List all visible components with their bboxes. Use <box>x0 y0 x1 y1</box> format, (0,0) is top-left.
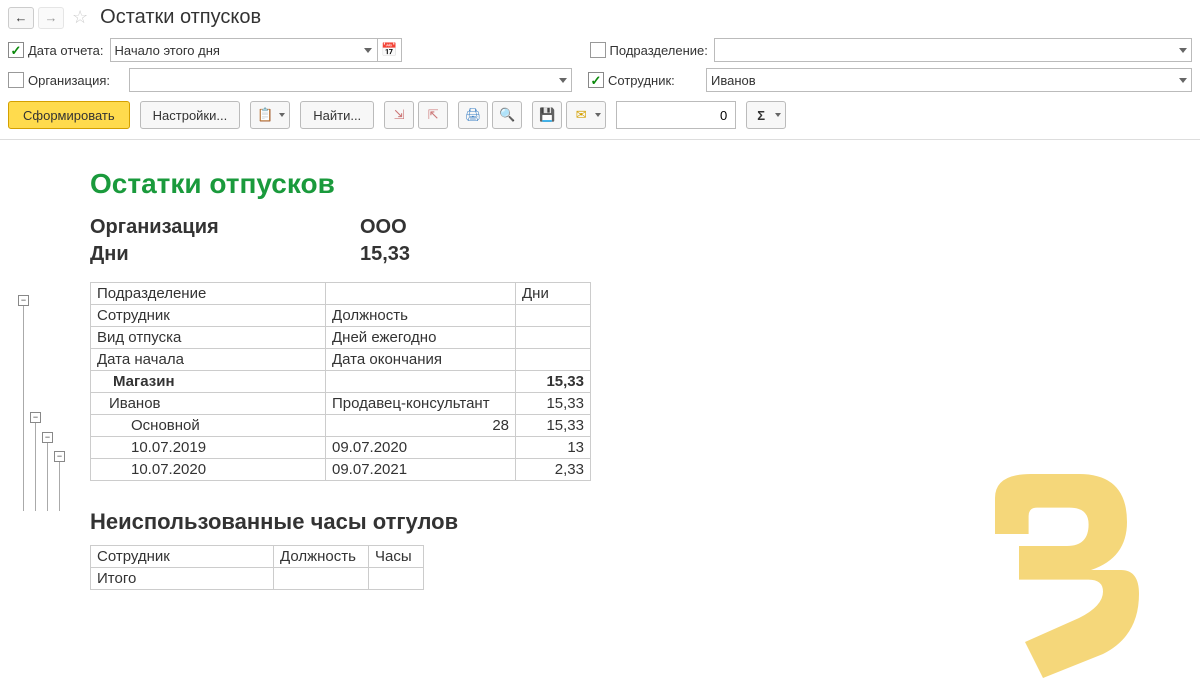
department-filter-checkbox[interactable] <box>590 42 606 58</box>
settings-button[interactable]: Настройки... <box>140 101 241 129</box>
tree-collapse-box[interactable]: − <box>18 295 29 306</box>
preview-icon: 🔍 <box>499 107 515 123</box>
generate-button[interactable]: Сформировать <box>8 101 130 129</box>
preview-button[interactable]: 🔍 <box>492 101 522 129</box>
sigma-button[interactable]: Σ <box>746 101 786 129</box>
tree-collapse-box[interactable]: − <box>54 451 65 462</box>
hours-table: СотрудникДолжностьЧасы Итого <box>90 545 424 590</box>
print-icon: 🖨 <box>465 107 482 123</box>
expand-button[interactable]: ⇲ <box>384 101 414 129</box>
summary-value: ООО <box>360 216 407 239</box>
chevron-down-icon <box>775 113 781 117</box>
table-row: Основной2815,33 <box>91 415 591 437</box>
chevron-down-icon <box>364 48 372 53</box>
print-button[interactable]: 🖨 <box>458 101 488 129</box>
summary-value: 15,33 <box>360 243 410 266</box>
arrow-right-icon: → <box>45 10 58 25</box>
department-dropdown-button[interactable] <box>1174 38 1192 62</box>
chevron-down-icon <box>279 113 285 117</box>
tree-collapse-box[interactable]: − <box>42 432 53 443</box>
table-row: 10.07.201909.07.202013 <box>91 437 591 459</box>
section-title: Неиспользованные часы отгулов <box>90 509 1200 535</box>
department-filter-input[interactable] <box>714 38 1174 62</box>
date-calendar-button[interactable]: 📅 <box>378 38 402 62</box>
tree-gutter: − − − − <box>4 140 84 590</box>
chevron-down-icon <box>1179 48 1187 53</box>
sigma-icon: Σ <box>757 108 765 123</box>
org-dropdown-button[interactable] <box>554 68 572 92</box>
find-button[interactable]: Найти... <box>300 101 374 129</box>
table-row: ИвановПродавец-консультант15,33 <box>91 393 591 415</box>
summary-label: Дни <box>90 243 360 266</box>
date-filter-checkbox[interactable] <box>8 42 24 58</box>
expand-icon: ⇲ <box>394 107 405 123</box>
org-filter-input[interactable] <box>129 68 554 92</box>
table-row: Магазин15,33 <box>91 371 591 393</box>
collapse-button[interactable]: ⇱ <box>418 101 448 129</box>
page-title: Остатки отпусков <box>100 6 261 29</box>
collapse-icon: ⇱ <box>428 107 439 123</box>
table-row: 10.07.202009.07.20212,33 <box>91 459 591 481</box>
back-button[interactable]: ← <box>8 7 34 29</box>
email-icon: ✉ <box>576 107 587 123</box>
date-filter-input[interactable]: Начало этого дня <box>110 38 360 62</box>
department-filter-label: Подразделение: <box>610 43 708 58</box>
summary-label: Организация <box>90 216 360 239</box>
favorite-star-icon[interactable]: ☆ <box>72 7 88 28</box>
arrow-left-icon: ← <box>15 10 28 25</box>
report-title: Остатки отпусков <box>90 168 1200 200</box>
save-button[interactable]: 💾 <box>532 101 562 129</box>
tree-collapse-box[interactable]: − <box>30 412 41 423</box>
calendar-icon: 📅 <box>381 42 397 58</box>
chevron-down-icon <box>559 78 567 83</box>
org-filter-label: Организация: <box>28 73 123 88</box>
email-button[interactable]: ✉ <box>566 101 606 129</box>
chevron-down-icon <box>1179 78 1187 83</box>
employee-filter-label: Сотрудник: <box>608 73 700 88</box>
copy-button[interactable]: 📋 <box>250 101 290 129</box>
org-filter-checkbox[interactable] <box>8 72 24 88</box>
chevron-down-icon <box>595 113 601 117</box>
employee-filter-input[interactable]: Иванов <box>706 68 1174 92</box>
date-dropdown-button[interactable] <box>360 38 378 62</box>
save-icon: 💾 <box>539 107 555 123</box>
employee-dropdown-button[interactable] <box>1174 68 1192 92</box>
copy-icon: 📋 <box>257 107 273 123</box>
report-table: ПодразделениеДни СотрудникДолжность Вид … <box>90 282 591 481</box>
date-filter-label: Дата отчета: <box>28 43 104 58</box>
sum-input[interactable] <box>616 101 736 129</box>
forward-button[interactable]: → <box>38 7 64 29</box>
employee-filter-checkbox[interactable] <box>588 72 604 88</box>
